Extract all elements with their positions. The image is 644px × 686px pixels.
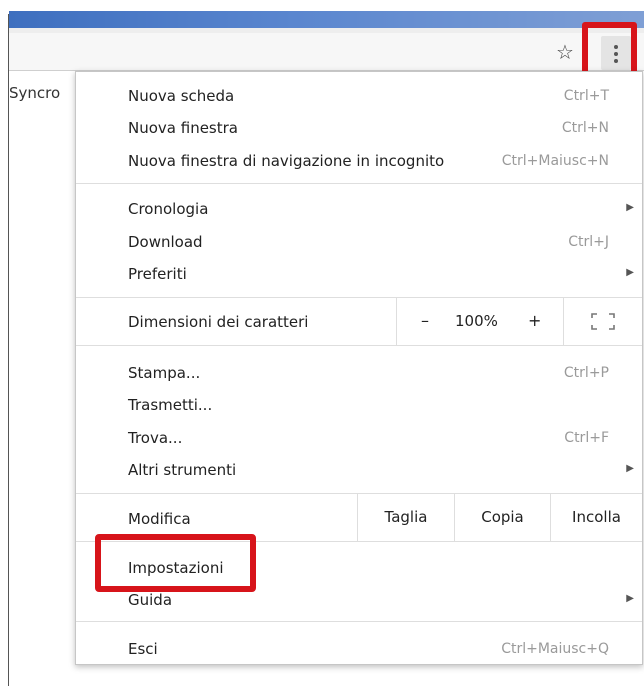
menu-item-shortcut: Ctrl+T	[563, 88, 609, 104]
menu-item-find[interactable]: Trova... Ctrl+F	[76, 422, 642, 454]
menu-item-shortcut: Ctrl+F	[564, 430, 609, 446]
submenu-arrow-icon: ▶	[626, 202, 634, 213]
menu-item-shortcut: Ctrl+Maiusc+Q	[501, 641, 609, 657]
menu-item-label: Cronologia	[128, 200, 209, 218]
menu-item-label: Nuova finestra	[128, 119, 238, 137]
menu-item-label: Stampa...	[128, 364, 201, 382]
toolbar	[9, 28, 644, 71]
menu-item-new-tab[interactable]: Nuova scheda Ctrl+T	[76, 80, 642, 112]
menu-item-label: Trova...	[128, 429, 183, 447]
fullscreen-icon[interactable]	[591, 313, 615, 330]
menu-item-shortcut: Ctrl+N	[561, 120, 609, 136]
menu-item-label: Nuova finestra di navigazione in incogni…	[128, 152, 445, 170]
menu-item-exit[interactable]: Esci Ctrl+Maiusc+Q	[76, 633, 642, 665]
submenu-arrow-icon: ▶	[626, 463, 634, 474]
edit-label: Modifica	[128, 510, 191, 528]
submenu-arrow-icon: ▶	[626, 593, 634, 604]
menu-separator	[76, 183, 642, 184]
copy-button[interactable]: Copia	[454, 494, 550, 541]
zoom-level: 100%	[455, 312, 498, 330]
submenu-arrow-icon: ▶	[626, 267, 634, 278]
menu-item-more-tools[interactable]: Altri strumenti ▶	[76, 454, 642, 486]
menu-item-label: Guida	[128, 591, 173, 609]
bookmark-star-icon[interactable]: ☆	[556, 42, 574, 62]
title-bar	[9, 11, 644, 28]
cut-button[interactable]: Taglia	[357, 494, 454, 541]
menu-item-print[interactable]: Stampa... Ctrl+P	[76, 357, 642, 389]
menu-separator	[76, 345, 642, 346]
menu-item-downloads[interactable]: Download Ctrl+J	[76, 226, 642, 258]
menu-item-cast[interactable]: Trasmetti...	[76, 389, 642, 421]
menu-item-label: Download	[128, 233, 203, 251]
browser-window: ☆ Syncro Nuova scheda Ctrl+T Nuova fines…	[0, 0, 644, 686]
settings-highlight	[95, 534, 256, 592]
menu-item-history[interactable]: Cronologia ▶	[76, 193, 642, 225]
menu-item-shortcut: Ctrl+J	[568, 234, 609, 250]
menu-item-incognito-window[interactable]: Nuova finestra di navigazione in incogni…	[76, 145, 642, 177]
menu-item-label: Nuova scheda	[128, 87, 235, 105]
paste-button[interactable]: Incolla	[550, 494, 642, 541]
zoom-label: Dimensioni dei caratteri	[128, 313, 309, 331]
menu-item-shortcut: Ctrl+P	[563, 365, 609, 381]
menu-item-new-window[interactable]: Nuova finestra Ctrl+N	[76, 112, 642, 144]
menu-item-label: Trasmetti...	[128, 396, 213, 414]
menu-separator	[76, 621, 642, 622]
zoom-controls: – 100% +	[396, 298, 564, 345]
zoom-out-button[interactable]: –	[421, 311, 429, 330]
menu-item-label: Esci	[128, 640, 158, 658]
zoom-in-button[interactable]: +	[528, 311, 541, 330]
menu-item-label: Altri strumenti	[128, 461, 237, 479]
menu-item-bookmarks[interactable]: Preferiti ▶	[76, 258, 642, 290]
menu-item-label: Preferiti	[128, 265, 187, 283]
window-border	[8, 14, 9, 686]
menu-item-shortcut: Ctrl+Maiusc+N	[501, 153, 609, 169]
zoom-row: Dimensioni dei caratteri – 100% +	[76, 298, 642, 345]
syncro-bookmark[interactable]: Syncro	[9, 84, 60, 102]
toolbar-edge	[9, 28, 644, 33]
